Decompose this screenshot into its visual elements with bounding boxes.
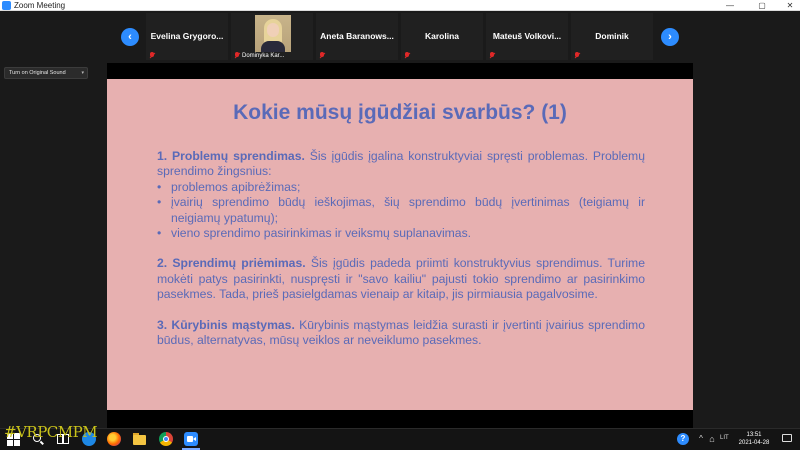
slide-title: Kokie mūsų įgūdžiai svarbūs? (1) (233, 101, 567, 124)
language-indicator[interactable]: LIT (720, 435, 729, 441)
section-decision-making: 2. Sprendimų priėmimas. Šis įgūdis paded… (157, 256, 645, 302)
clock-date: 2021-04-28 (738, 440, 770, 446)
original-sound-label: Turn on Original Sound (9, 70, 66, 76)
notification-icon[interactable] (780, 432, 794, 446)
muted-mic-icon (489, 52, 496, 59)
bullet-icon: • (157, 226, 162, 241)
participant-tile[interactable]: Aneta Baranows... (316, 13, 398, 60)
participant-name: Karolina (424, 31, 459, 41)
presentation-slide: Kokie mūsų įgūdžiai svarbūs? (1) 1. Prob… (107, 79, 693, 410)
section-heading: 3. Kūrybinis mąstymas. (157, 317, 295, 332)
bullet-item: • įvairių sprendimo būdų ieškojimas, šių … (157, 195, 645, 226)
participant-tile[interactable]: Dominik (571, 13, 653, 60)
section-problem-solving: 1. Problemų sprendimas. Šis įgūdis įgali… (157, 149, 645, 180)
muted-mic-icon (149, 52, 156, 59)
muted-mic-icon (404, 52, 411, 59)
next-page-button[interactable]: › (661, 28, 679, 46)
clock-time: 13:51 (746, 432, 762, 438)
participant-name: Dominik (595, 31, 629, 41)
participant-name: Aneta Baranows... (320, 31, 394, 41)
network-icon[interactable]: ⌂ (705, 432, 719, 446)
firefox-icon[interactable] (107, 432, 121, 446)
previous-page-button[interactable]: ‹ (121, 28, 139, 46)
system-clock[interactable]: 13:51 2021-04-28 (734, 431, 774, 447)
participant-strip: ‹ Evelina Grygoro... Dominyka Kar... Ane… (0, 11, 800, 63)
help-icon[interactable]: ? (677, 433, 689, 445)
section-heading: 1. Problemų sprendimas. (157, 149, 305, 163)
file-explorer-icon[interactable] (132, 432, 146, 446)
chrome-icon[interactable] (159, 432, 173, 446)
bullet-text: vieno sprendimo pasirinkimas ir veiksmų … (171, 226, 472, 241)
muted-mic-icon (319, 52, 326, 59)
participant-video (255, 15, 291, 52)
zoom-app-icon (2, 1, 11, 10)
watermark: #VRPCMPM (4, 423, 98, 441)
close-button[interactable]: ✕ (776, 0, 800, 11)
original-sound-button[interactable]: Turn on Original Sound ▾ (4, 67, 88, 79)
bullet-icon: • (157, 179, 162, 194)
bullet-text: problemos apibrėžimas; (171, 179, 301, 194)
windows-taskbar: ? ^ ⌂ LIT 13:51 2021-04-28 (0, 428, 800, 450)
shared-screen: Kokie mūsų įgūdžiai svarbūs? (1) 1. Prob… (107, 63, 693, 428)
bullet-text: įvairių sprendimo būdų ieškojimas, šių s… (171, 195, 645, 225)
participant-tile[interactable]: Dominyka Kar... (231, 13, 313, 60)
slide-body: 1. Problemų sprendimas. Šis įgūdis įgali… (157, 149, 645, 348)
bullet-item: • vieno sprendimo pasirinkimas ir veiksm… (157, 226, 645, 241)
muted-mic-icon (234, 52, 241, 59)
window-titlebar: Zoom Meeting — ▢ ✕ (0, 0, 800, 11)
maximize-button[interactable]: ▢ (748, 0, 776, 11)
window-title: Zoom Meeting (14, 1, 66, 10)
section-heading: 2. Sprendimų priėmimas. (157, 256, 306, 271)
section-creative-thinking: 3. Kūrybinis mąstymas. Kūrybinis mąstyma… (157, 318, 645, 349)
minimize-button[interactable]: — (716, 0, 744, 11)
bullet-item: • problemos apibrėžimas; (157, 180, 645, 195)
chevron-down-icon[interactable]: ▾ (81, 68, 84, 78)
participant-tile[interactable]: Evelina Grygoro... (146, 13, 228, 60)
participant-tile[interactable]: Karolina (401, 13, 483, 60)
participant-name: Dominyka Kar... (242, 53, 285, 59)
zoom-taskbar-icon[interactable] (184, 432, 198, 446)
participant-name: Mateuš Volkovi... (492, 31, 562, 41)
bullet-icon: • (157, 195, 162, 210)
participant-name: Evelina Grygoro... (150, 31, 224, 41)
participant-tile[interactable]: Mateuš Volkovi... (486, 13, 568, 60)
muted-mic-icon (574, 52, 581, 59)
